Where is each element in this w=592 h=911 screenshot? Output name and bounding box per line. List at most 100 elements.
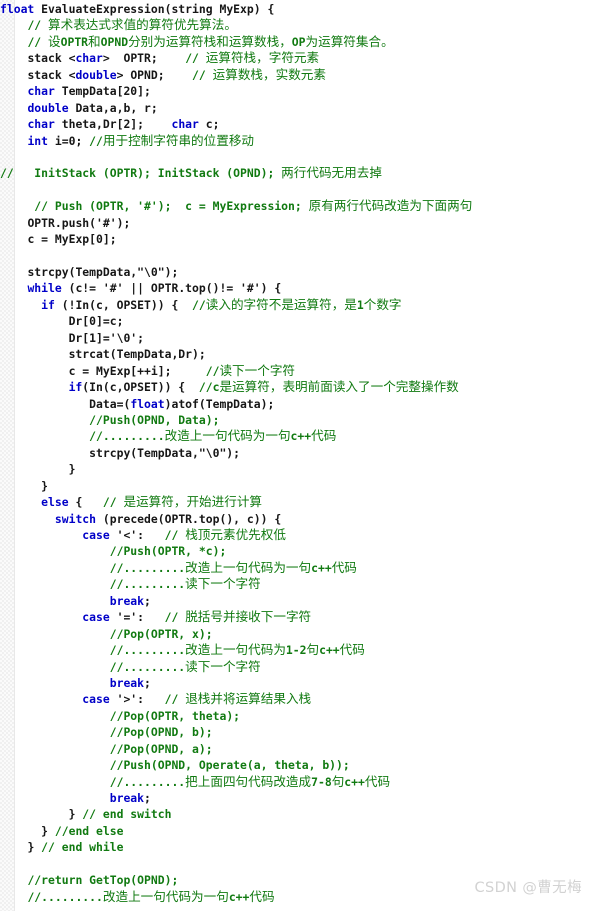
code-line[interactable]: OPTR.push('#'); [0,215,592,231]
code-comment: //Pop(OPND, a); [109,741,213,756]
code-line[interactable]: // 算术表达式求值的算符优先算法。 [0,17,592,33]
code-comment: c++ [344,774,365,789]
code-line[interactable]: strcpy(TempData,"\0"); [0,445,592,461]
code-line[interactable]: } [0,461,592,477]
code-line[interactable]: //.........改造上一句代码为一句c++代码 [0,560,592,576]
code-line[interactable]: //Pop(OPTR, theta); [0,708,592,724]
code-line[interactable]: Data=(float)atof(TempData); [0,396,592,412]
code-comment: // end switch [82,807,172,822]
code-line[interactable]: //Pop(OPTR, x); [0,626,592,642]
code-line[interactable]: Dr[1]='\0'; [0,330,592,346]
code-text: EvaluateExpression(string MyExp) { [34,2,275,16]
code-line[interactable]: c = MyExp[++i]; //读下一个字符 [0,363,592,379]
code-line[interactable]: stack <double> OPND; // 运算数栈，实数元素 [0,67,592,83]
code-text: Data=( [89,396,131,411]
code-comment: //Push(OPND, Data); [89,412,220,427]
code-line[interactable]: // Push (OPTR, '#'); c = MyExpression; 原… [0,198,592,214]
code-line[interactable]: if(In(c,OPSET)) { //c是运算符，表明前面读入了一个完整操作数 [0,379,592,395]
code-line[interactable]: break; [0,790,592,806]
code-text: } [41,823,55,838]
code-keyword: char [75,51,103,66]
code-line[interactable]: else { // 是运算符，开始进行计算 [0,494,592,510]
code-comment-cjk: 两行代码无用去掉 [281,165,382,181]
code-line[interactable]: } [0,478,592,494]
code-line[interactable]: //.........读下一个字符 [0,659,592,675]
code-line[interactable] [0,905,592,911]
code-line[interactable]: while (c!= '#' || OPTR.top()!= '#') { [0,280,592,296]
code-line[interactable]: } //end else [0,823,592,839]
code-text: (precede(OPTR.top(), c)) { [96,511,282,526]
code-line[interactable]: int i=0; //用于控制字符串的位置移动 [0,133,592,149]
code-line[interactable]: //.........改造上一句代码为1-2句c++代码 [0,642,592,658]
code-line[interactable]: // 设OPTR和OPND分别为运算符栈和运算数栈，OP为运算符集合。 [0,34,592,50]
code-comment: 1 [356,297,364,312]
code-line[interactable]: stack <char> OPTR; // 运算符栈，字符元素 [0,50,592,66]
code-comment-cjk: 脱括号并接收下一字符 [185,609,312,625]
code-line[interactable]: double Data,a,b, r; [0,100,592,116]
code-line[interactable]: // InitStack (OPTR); InitStack (OPND); 两… [0,165,592,181]
code-line[interactable]: char TempData[20]; [0,83,592,99]
code-comment-cjk: 读下一个字符 [219,362,296,378]
code-line[interactable]: //.........读下一个字符 [0,576,592,592]
code-line[interactable] [0,182,592,198]
code-line[interactable]: case '>': // 退栈并将运算结果入栈 [0,691,592,707]
code-comment: //Push(OPND, Operate(a, theta, b)); [109,758,350,773]
code-text: c = MyExp[++i]; [68,363,206,378]
code-line[interactable]: } // end while [0,839,592,855]
code-comment-cjk: 代码 [249,888,275,904]
code-line[interactable]: switch (precede(OPTR.top(), c)) { [0,511,592,527]
code-line[interactable]: } // end switch [0,806,592,822]
code-comment-cjk: 句 [331,773,345,789]
code-comment: //Pop(OPTR, x); [109,626,213,641]
code-line[interactable]: //Push(OPND, Data); [0,412,592,428]
code-text: strcpy(TempData,"\0"); [89,445,241,460]
code-line[interactable]: strcat(TempData,Dr); [0,346,592,362]
code-text: Dr[1]='\0'; [68,330,145,345]
code-line[interactable] [0,149,592,165]
code-line[interactable]: //.........改造上一句代码为一句c++代码 [0,428,592,444]
code-text: c; [198,117,220,132]
code-text: '>': [109,692,165,707]
code-comment-cjk: 是运算符，开始进行计算 [123,494,262,510]
code-line[interactable]: break; [0,675,592,691]
code-comment: OP [291,34,306,49]
code-line[interactable]: Dr[0]=c; [0,313,592,329]
code-line[interactable]: char theta,Dr[2]; char c; [0,116,592,132]
code-line[interactable]: case '<': // 栈顶元素优先权低 [0,527,592,543]
code-keyword: double [27,100,69,115]
code-line[interactable]: c = MyExp[0]; [0,231,592,247]
code-comment-cjk: 读下一个字符 [185,576,261,592]
code-comment-cjk: 改造上一句代码为一句 [164,428,291,444]
code-comment-cjk: 退栈并将运算结果入栈 [185,691,312,707]
code-line[interactable]: break; [0,593,592,609]
code-line[interactable] [0,248,592,264]
code-comment-cjk: 是运算符，表明前面读入了一个完整操作数 [219,379,459,395]
code-line[interactable] [0,856,592,872]
code-line[interactable]: strcpy(TempData,"\0"); [0,264,592,280]
code-line[interactable]: //.........把上面四句代码改造成7-8句c++代码 [0,774,592,790]
code-line[interactable]: //Push(OPTR, *c); [0,543,592,559]
code-line[interactable]: if (!In(c, OPSET)) { //读入的字符不是运算符，是1个数字 [0,297,592,313]
code-editor-content[interactable]: float EvaluateExpression(string MyExp) {… [0,0,592,911]
code-text: } [41,478,49,493]
code-comment: // [102,495,124,510]
code-text: ; [144,791,151,805]
code-line[interactable]: case '=': // 脱括号并接收下一字符 [0,609,592,625]
code-text: i=0; [48,133,90,148]
code-line[interactable]: //Pop(OPND, a); [0,741,592,757]
code-line[interactable]: //Push(OPND, Operate(a, theta, b)); [0,757,592,773]
code-line[interactable]: float EvaluateExpression(string MyExp) { [0,1,592,17]
code-line[interactable]: //Pop(OPND, b); [0,724,592,740]
code-text: Dr[0]=c; [68,314,124,329]
